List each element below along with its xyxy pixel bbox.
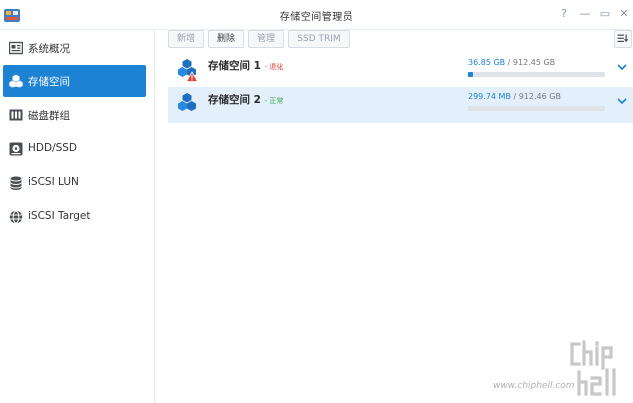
window-title: 存储空间管理员 xyxy=(279,12,354,23)
volume-name-text: 存储空间 2 xyxy=(208,94,261,106)
list-sort-icon xyxy=(617,34,629,43)
delete-button[interactable]: 删除 xyxy=(208,30,244,48)
volume-usage-text: 36.85 GB / 912.45 GB xyxy=(468,58,556,67)
volume-total: 912.45 GB xyxy=(512,58,556,67)
window-titlebar: 存储空间管理员 ? — ▭ ✕ xyxy=(0,0,633,30)
disk-group-icon xyxy=(9,109,23,121)
volume-status-text: 退化 xyxy=(269,63,284,71)
view-toggle-button[interactable] xyxy=(614,30,632,48)
usage-bar xyxy=(468,72,605,77)
ssd-trim-button[interactable]: SSD TRIM xyxy=(288,30,350,48)
volume-icon xyxy=(178,93,196,111)
sidebar-item-iscsi-target[interactable]: iSCSI Target xyxy=(3,201,146,233)
chevron-down-icon[interactable] xyxy=(616,96,628,106)
sidebar-item-label: HDD/SSD xyxy=(28,142,78,154)
volume-usage-text: 299.74 MB / 912.46 GB xyxy=(468,92,561,101)
sidebar: 系统概况 存储空间 磁盘群组 HDD/SSD iSCSI LUN iSCSI T… xyxy=(0,30,155,403)
sidebar-item-hdd-ssd[interactable]: HDD/SSD xyxy=(3,133,146,165)
sidebar-item-iscsi-lun[interactable]: iSCSI LUN xyxy=(3,167,146,199)
minimize-button[interactable]: — xyxy=(578,7,592,21)
iscsi-target-icon xyxy=(9,210,23,224)
volume-row-selected[interactable]: 存储空间 2 - 正常 299.74 MB / 912.46 GB xyxy=(168,87,633,123)
volume-icon xyxy=(9,74,23,88)
volume-status-badge: - 退化 xyxy=(264,63,284,71)
close-button[interactable]: ✕ xyxy=(617,7,631,21)
usage-bar xyxy=(468,106,605,111)
watermark-url: www.chiphell.com xyxy=(493,381,575,391)
volume-name-text: 存储空间 1 xyxy=(208,60,261,72)
help-button[interactable]: ? xyxy=(557,7,571,21)
sidebar-item-label: 系统概况 xyxy=(28,43,70,55)
volume-degraded-icon xyxy=(178,59,198,82)
iscsi-lun-icon xyxy=(10,176,22,190)
sidebar-item-label: iSCSI LUN xyxy=(28,176,79,188)
volume-name: 存储空间 2 - 正常 xyxy=(208,92,283,107)
volume-status-text: 正常 xyxy=(269,97,284,105)
volume-row[interactable]: 存储空间 1 - 退化 36.85 GB / 912.45 GB xyxy=(168,53,633,89)
chevron-down-icon[interactable] xyxy=(616,62,628,72)
usage-bar-fill xyxy=(468,72,474,77)
sidebar-item-label: iSCSI Target xyxy=(28,210,91,222)
volume-used: 299.74 MB xyxy=(468,92,511,101)
volume-status-badge: - 正常 xyxy=(264,97,284,105)
create-button[interactable]: 新增 xyxy=(168,30,204,48)
volume-total: 912.46 GB xyxy=(518,92,561,101)
sidebar-item-disk-group[interactable]: 磁盘群组 xyxy=(3,99,146,131)
sidebar-item-label: 磁盘群组 xyxy=(28,110,70,122)
sidebar-item-label: 存储空间 xyxy=(28,76,70,88)
manage-button[interactable]: 管理 xyxy=(248,30,284,48)
main-panel: 新增 删除 管理 SSD TRIM 存储空间 1 - 退化 36.85 GB /… xyxy=(156,30,633,403)
hdd-icon xyxy=(9,142,23,156)
volume-used: 36.85 GB xyxy=(468,58,506,67)
volume-name: 存储空间 1 - 退化 xyxy=(208,58,283,73)
sidebar-item-overview[interactable]: 系统概况 xyxy=(3,32,146,64)
maximize-button[interactable]: ▭ xyxy=(598,7,612,21)
chiphell-logo-icon xyxy=(570,340,616,396)
sidebar-item-volume[interactable]: 存储空间 xyxy=(3,65,146,97)
overview-icon xyxy=(9,41,23,55)
